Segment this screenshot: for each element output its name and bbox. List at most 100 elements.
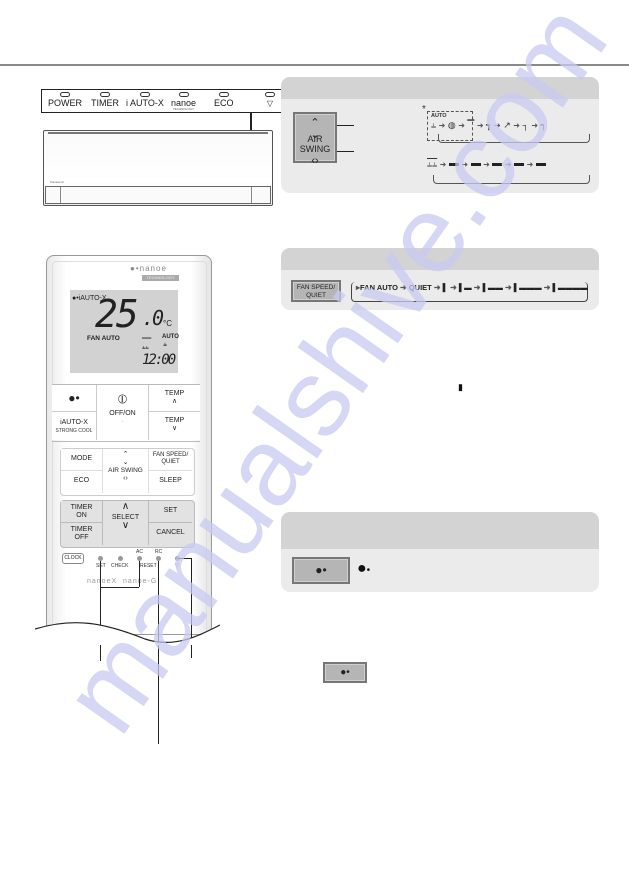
- mode-button[interactable]: MODE: [61, 449, 103, 471]
- sleep-button[interactable]: SLEEP: [149, 471, 192, 493]
- vertical-swing-sequence: ⫨ ➜ ◍ ➜ ▔ ➜ ┓ ➜ ↗ ➜ ┐ ➜ ┑: [431, 120, 546, 131]
- air-swing-remote-button[interactable]: ⌃ ⌄ AIR SWING ‹›: [103, 449, 149, 493]
- swing-updown-icon: ⌃ ⌄: [122, 451, 129, 466]
- nanoe-icon: ●•: [72, 295, 79, 302]
- box-header: [281, 77, 599, 99]
- cutaway-wave: [35, 622, 220, 645]
- iautox-button[interactable]: iAUTO-X STRONG COOL: [52, 412, 97, 440]
- check-pinhole-label: CHECK: [111, 563, 129, 569]
- fan-level-2-icon: ▌▬: [458, 283, 472, 292]
- vane-position-5-icon: ┑: [540, 120, 547, 130]
- reset-label: RESET: [140, 563, 157, 569]
- box-header: [281, 512, 599, 549]
- lcd-swing-icon: ⫨: [163, 341, 167, 348]
- arrow-icon: ➜: [439, 160, 447, 169]
- indicator-timer: TIMER: [91, 92, 119, 108]
- cancel-button[interactable]: CANCEL: [149, 523, 192, 545]
- indicator-eco: ECO: [214, 92, 234, 108]
- arrow-icon: ➜: [543, 283, 551, 292]
- vane-position-1-icon: ▔: [467, 120, 475, 130]
- clock-button[interactable]: CLOCK: [62, 553, 84, 564]
- power-icon: ⦶: [117, 391, 128, 406]
- led-icon: [60, 92, 70, 97]
- asterisk-note: *: [422, 104, 426, 115]
- remote-footer-brands: nanoeX nanoe-G: [87, 578, 158, 585]
- nanoe-icon: ●•: [315, 563, 327, 577]
- eco-button[interactable]: ECO: [61, 471, 103, 493]
- vane-position-2-icon: ┓: [486, 120, 492, 130]
- chevron-up-icon: ∧: [171, 398, 178, 405]
- fan-level-4-icon: ▌▬▬▬: [513, 283, 542, 292]
- timer-on-button[interactable]: TIMER ON: [61, 501, 103, 523]
- louver-position-5-icon: [535, 163, 546, 167]
- indoor-unit-flap: [60, 187, 252, 203]
- arrow-icon: ➜: [483, 160, 490, 169]
- auto-label: AUTO: [431, 113, 447, 119]
- arrow-icon: ➜: [450, 283, 457, 292]
- arrow-icon: ➜: [458, 121, 465, 130]
- leader-line: [337, 125, 354, 126]
- indicator-power: POWER: [48, 92, 82, 108]
- swing-auto-lr-icon: ⫨⫨: [427, 159, 438, 169]
- nanoe-icon: ●•: [130, 264, 140, 273]
- chevron-up-icon: ∧: [121, 501, 130, 512]
- fan-level-1-icon: ▌: [442, 283, 448, 292]
- arrow-icon: ➜: [504, 160, 512, 169]
- arrow-icon: ➜: [526, 160, 534, 169]
- fan-speed-remote-button[interactable]: FAN SPEED/QUIET: [149, 449, 192, 471]
- check-pinhole[interactable]: [118, 556, 123, 561]
- lcd-display: ●•iAUTO-X 25 .0 °C FAN AUTO ▔▔ ⫨⫨ AUTO ⫨ …: [70, 290, 179, 373]
- lcd-temperature-decimal: .0: [142, 306, 164, 330]
- nanoe-icon: ●•: [68, 391, 80, 405]
- lcd-fan-mode: FAN AUTO: [87, 335, 120, 342]
- fan-speed-quiet-button[interactable]: FAN SPEED/ QUIET: [291, 280, 341, 302]
- temp-down-button[interactable]: TEMP ∨: [149, 412, 200, 440]
- led-icon: [100, 92, 110, 97]
- timer-off-button[interactable]: TIMER OFF: [61, 523, 103, 545]
- arrow-icon: ➜: [531, 121, 539, 130]
- arrow-icon: ➜: [461, 160, 469, 169]
- horizontal-swing-sequence: ⫨⫨ ➜ ➜ ➜ ➜ ➜: [427, 159, 546, 170]
- leader-line: [337, 151, 354, 152]
- nanoe-remote-button[interactable]: ●•: [52, 385, 97, 412]
- remote-brand: ●•nanoe: [130, 264, 167, 273]
- led-icon: [218, 92, 229, 97]
- arrow-icon: ➜: [473, 283, 481, 292]
- set-button[interactable]: SET: [149, 501, 192, 523]
- arrow-icon: ➜: [433, 283, 441, 292]
- lcd-lr-swing-icon: ▔▔ ⫨⫨: [142, 339, 152, 351]
- remote-brand-sub: TECHNOLOGY: [142, 275, 179, 281]
- indicator-nanoe: nanoe TECHNOLOGY: [171, 92, 196, 111]
- nanoe-inline-button[interactable]: ●•: [323, 662, 367, 683]
- louver-position-2-icon: [470, 163, 481, 167]
- arrow-icon: ➜: [438, 121, 446, 130]
- select-button[interactable]: ∧ SELECT ∨: [103, 501, 149, 545]
- swing-leftright-icon: ‹›: [311, 155, 319, 167]
- wifi-icon: ▽: [175, 563, 179, 569]
- swing-auto-circle-icon: ◍: [447, 120, 456, 130]
- arrow-icon: ➜: [476, 121, 484, 130]
- air-swing-button[interactable]: ⌃ ⌄ AIR SWING ‹›: [293, 112, 337, 167]
- off-on-button[interactable]: ⦶ OFF/ON ◦: [97, 385, 149, 440]
- nanoe-icon: ●•: [340, 667, 350, 678]
- fan-speed-sequence: ▸FAN AUTO ➜ QUIET ➜ ▌ ➜ ▌▬ ➜ ▌▬▬ ➜ ▌▬▬▬ …: [356, 283, 588, 292]
- led-icon: [139, 92, 150, 97]
- fan-level-marker: ▮: [458, 382, 463, 392]
- nanoe-button[interactable]: ●•: [292, 557, 350, 584]
- indicator-iautox: i AUTO-X: [126, 92, 164, 108]
- lcd-unit: °C: [163, 319, 172, 328]
- indicator-wifi: ▽: [265, 92, 275, 109]
- indoor-unit-top-edge: [48, 132, 268, 134]
- rc-label: RC: [155, 549, 163, 555]
- vane-position-4-icon: ┐: [522, 120, 529, 130]
- leader-line: [101, 587, 139, 588]
- fan-level-3-icon: ▌▬▬: [482, 283, 503, 292]
- wifi-icon: ▽: [266, 99, 274, 108]
- lcd-clock: 12:00: [142, 352, 176, 368]
- cycle-return-line: [433, 175, 590, 184]
- chevron-down-icon: ∨: [121, 520, 130, 531]
- lcd-temperature: 25: [95, 292, 139, 336]
- lcd-swing-label: AUTO: [162, 334, 179, 340]
- temp-up-button[interactable]: TEMP ∧: [149, 385, 200, 412]
- led-icon: [178, 92, 189, 97]
